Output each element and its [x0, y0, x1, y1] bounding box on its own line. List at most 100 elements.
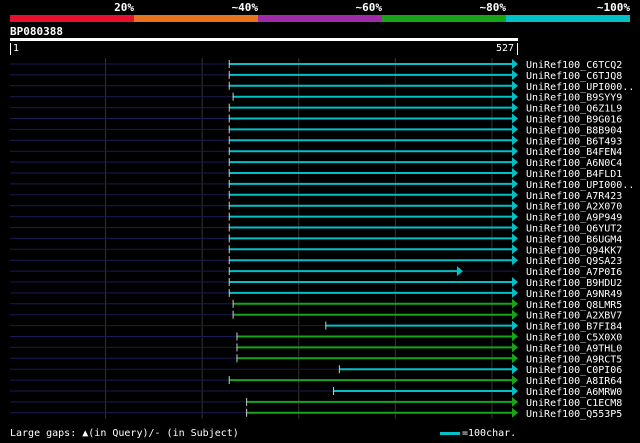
hit-arrow-icon	[512, 146, 518, 157]
hit-label[interactable]: UniRef100_Q553P5	[526, 409, 622, 420]
hit-label[interactable]: UniRef100_A6MRW0	[526, 387, 622, 398]
hit-label[interactable]: UniRef100_A9RCT5	[526, 354, 622, 365]
legend-text: =100char.	[462, 428, 517, 439]
hit-arrow-icon	[512, 407, 518, 418]
hit-label[interactable]: UniRef100_UPI000..	[526, 82, 634, 93]
hit-row[interactable]: UniRef100_B8B904	[10, 124, 622, 136]
hit-row[interactable]: UniRef100_B9G016	[10, 113, 622, 126]
hit-label[interactable]: UniRef100_UPI000..	[526, 180, 634, 191]
large-gaps-note: Large gaps: ▲(in Query)/- (in Subject)	[10, 428, 239, 439]
hit-arrow-icon	[512, 375, 518, 386]
hit-label[interactable]: UniRef100_B4FEN4	[526, 147, 622, 158]
hit-arrow-icon	[512, 309, 518, 320]
hit-arrow-icon	[512, 102, 518, 113]
hit-row[interactable]: UniRef100_A9THL0	[10, 342, 622, 354]
hit-arrow-icon	[512, 233, 518, 244]
hit-arrow-icon	[512, 244, 518, 255]
hit-label[interactable]: UniRef100_A6N0C4	[526, 158, 622, 169]
hit-label[interactable]: UniRef100_Q6YUT2	[526, 224, 622, 235]
hit-arrow-icon	[512, 222, 518, 233]
hit-row[interactable]: UniRef100_A7R423	[10, 189, 622, 202]
hit-label[interactable]: UniRef100_A2XBV7	[526, 311, 622, 322]
hit-arrow-icon	[512, 353, 518, 364]
hit-row[interactable]: UniRef100_C6TCQ2	[10, 59, 622, 71]
hit-label[interactable]: UniRef100_B9G016	[526, 115, 622, 126]
alignment-hits-panel: UniRef100_C6TCQ2UniRef100_C6TJQ8UniRef10…	[10, 58, 634, 420]
hit-row[interactable]: UniRef100_Q6YUT2	[10, 222, 622, 235]
hit-row[interactable]: UniRef100_C0PI06	[10, 364, 622, 376]
hit-label[interactable]: UniRef100_A7R423	[526, 191, 622, 202]
gaps-rest-text: (in Query)/- (in Subject)	[88, 428, 239, 439]
hit-row[interactable]: UniRef100_A2XBV7	[10, 309, 622, 322]
hit-label[interactable]: UniRef100_A2X070	[526, 202, 622, 213]
hit-label[interactable]: UniRef100_B7FI84	[526, 322, 622, 333]
hit-label[interactable]: UniRef100_B6UGM4	[526, 234, 622, 245]
hit-label[interactable]: UniRef100_A8IR64	[526, 376, 622, 387]
scale-legend: =100char.	[440, 428, 516, 439]
hit-label[interactable]: UniRef100_Q6Z1L9	[526, 104, 622, 115]
legend-line-icon	[440, 431, 460, 435]
hit-row[interactable]: UniRef100_A9NR49	[10, 287, 622, 300]
hit-row[interactable]: UniRef100_B4FEN4	[10, 146, 622, 158]
hit-label[interactable]: UniRef100_Q8LMR5	[526, 300, 622, 311]
hit-row[interactable]: UniRef100_A6N0C4	[10, 157, 622, 169]
hit-arrow-icon	[512, 157, 518, 168]
hit-label[interactable]: UniRef100_A7P0I6	[526, 267, 622, 278]
hit-arrow-icon	[512, 331, 518, 342]
hit-row[interactable]: UniRef100_A8IR64	[10, 375, 622, 387]
hit-label[interactable]: UniRef100_B9HDU2	[526, 278, 622, 289]
hit-row[interactable]: UniRef100_Q8LMR5	[10, 298, 622, 311]
hit-row[interactable]: UniRef100_UPI000..	[10, 80, 634, 93]
hit-row[interactable]: UniRef100_Q9SA23	[10, 255, 622, 267]
hit-arrow-icon	[512, 211, 518, 222]
hit-row[interactable]: UniRef100_A6MRW0	[10, 386, 622, 398]
hit-label[interactable]: UniRef100_A9THL0	[526, 343, 622, 354]
hit-row[interactable]: UniRef100_Q94KK7	[10, 244, 622, 256]
hit-arrow-icon	[512, 298, 518, 309]
hit-row[interactable]: UniRef100_A9RCT5	[10, 353, 622, 365]
hit-arrow-icon	[512, 320, 518, 331]
hit-arrow-icon	[512, 91, 518, 102]
hit-row[interactable]: UniRef100_UPI000..	[10, 178, 634, 191]
hit-label[interactable]: UniRef100_C6TJQ8	[526, 71, 622, 82]
hit-label[interactable]: UniRef100_C5X0X0	[526, 333, 622, 344]
hit-row[interactable]: UniRef100_A9P949	[10, 211, 622, 224]
hit-arrow-icon	[512, 342, 518, 353]
hit-row[interactable]: UniRef100_Q553P5	[10, 407, 622, 420]
hit-label[interactable]: UniRef100_A9NR49	[526, 289, 622, 300]
hit-label[interactable]: UniRef100_C6TCQ2	[526, 60, 622, 71]
hit-label[interactable]: UniRef100_B8B904	[526, 125, 622, 136]
hit-arrow-icon	[512, 124, 518, 135]
hit-label[interactable]: UniRef100_A9P949	[526, 213, 622, 224]
hit-arrow-icon	[512, 277, 518, 287]
hit-arrow-icon	[512, 135, 518, 146]
hit-label[interactable]: UniRef100_Q9SA23	[526, 256, 622, 267]
hit-row[interactable]: UniRef100_B4FLD1	[10, 168, 622, 180]
hit-row[interactable]: UniRef100_B9SYY9	[10, 91, 622, 104]
hit-label[interactable]: UniRef100_B9SYY9	[526, 93, 622, 104]
hit-label[interactable]: UniRef100_B6T493	[526, 136, 622, 147]
hit-row[interactable]: UniRef100_Q6Z1L9	[10, 102, 622, 115]
hit-arrow-icon	[456, 266, 463, 277]
hit-arrow-icon	[512, 255, 518, 266]
hit-row[interactable]: UniRef100_C1ECM8	[10, 396, 622, 409]
hit-arrow-icon	[512, 386, 518, 396]
hit-row[interactable]: UniRef100_C6TJQ8	[10, 69, 622, 82]
hit-row[interactable]: UniRef100_A2X070	[10, 200, 622, 213]
hit-arrow-icon	[512, 189, 518, 200]
hit-arrow-icon	[512, 364, 518, 375]
hit-arrow-icon	[512, 396, 518, 407]
hit-row[interactable]: UniRef100_B7FI84	[10, 320, 622, 333]
hit-label[interactable]: UniRef100_Q94KK7	[526, 245, 622, 256]
hit-label[interactable]: UniRef100_B4FLD1	[526, 169, 622, 180]
hit-label[interactable]: UniRef100_C0PI06	[526, 365, 622, 376]
hit-row[interactable]: UniRef100_B6UGM4	[10, 233, 622, 245]
hit-arrow-icon	[512, 69, 518, 80]
hit-arrow-icon	[512, 113, 518, 124]
hit-row[interactable]: UniRef100_C5X0X0	[10, 331, 622, 344]
gaps-text: Large gaps:	[10, 428, 83, 439]
hit-label[interactable]: UniRef100_C1ECM8	[526, 398, 622, 409]
hit-row[interactable]: UniRef100_B9HDU2	[10, 277, 622, 289]
hit-row[interactable]: UniRef100_B6T493	[10, 135, 622, 147]
hit-row[interactable]: UniRef100_A7P0I6	[10, 266, 622, 278]
